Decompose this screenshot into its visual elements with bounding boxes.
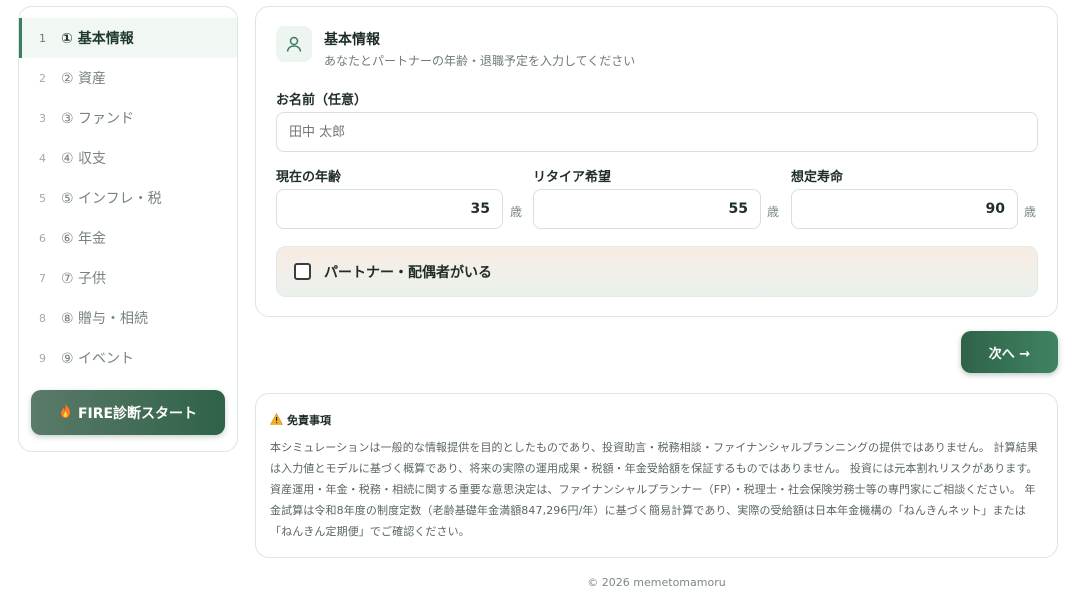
- step-number: 9: [39, 351, 46, 365]
- sidebar: 1 ① 基本情報 2 ② 資産 3 ③ ファンド 4 ④ 収支 5 ⑤ インフレ…: [18, 6, 238, 452]
- disclaimer-title-text: 免責事項: [287, 414, 331, 427]
- name-label: お名前（任意）: [276, 93, 368, 108]
- disclaimer-title: 免責事項: [269, 412, 1043, 428]
- card-subtitle: あなたとパートナーの年齢・退職予定を入力してください: [324, 54, 636, 68]
- basic-info-card: 基本情報 あなたとパートナーの年齢・退職予定を入力してください お名前（任意） …: [255, 6, 1058, 317]
- next-button[interactable]: 次へ →: [961, 331, 1058, 373]
- retire-age-input[interactable]: [533, 189, 761, 229]
- sidebar-item-inflation-tax[interactable]: 5 ⑤ インフレ・税: [19, 178, 237, 218]
- user-icon: [276, 26, 312, 62]
- sidebar-item-income-expense[interactable]: 4 ④ 収支: [19, 138, 237, 178]
- life-unit: 歳: [1024, 205, 1037, 219]
- retire-unit: 歳: [767, 205, 780, 219]
- step-number: 1: [39, 31, 46, 45]
- step-number: 8: [39, 311, 46, 325]
- sidebar-item-label: ⑨ イベント: [61, 351, 135, 367]
- sidebar-item-label: ④ 収支: [61, 151, 107, 167]
- sidebar-item-children[interactable]: 7 ⑦ 子供: [19, 258, 237, 298]
- step-number: 7: [39, 271, 46, 285]
- fire-diagnosis-start-button[interactable]: FIRE診断スタート: [31, 390, 225, 435]
- sidebar-item-assets[interactable]: 2 ② 資産: [19, 58, 237, 98]
- sidebar-item-label: ⑤ インフレ・税: [61, 191, 162, 207]
- partner-checkbox-label: パートナー・配偶者がいる: [324, 264, 492, 281]
- sidebar-item-label: ② 資産: [61, 71, 107, 87]
- step-number: 6: [39, 231, 46, 245]
- step-number: 5: [39, 191, 46, 205]
- sidebar-item-label: ① 基本情報: [61, 31, 134, 47]
- current-age-label: 現在の年齢: [276, 170, 342, 185]
- sidebar-item-basic-info[interactable]: 1 ① 基本情報: [19, 18, 237, 58]
- retire-age-label: リタイア希望: [533, 170, 612, 185]
- step-number: 2: [39, 71, 46, 85]
- sidebar-item-label: ⑦ 子供: [61, 271, 107, 287]
- current-age-input[interactable]: [276, 189, 503, 229]
- sidebar-item-events[interactable]: 9 ⑨ イベント: [19, 338, 237, 378]
- life-expectancy-input[interactable]: [791, 189, 1018, 229]
- partner-checkbox-row[interactable]: パートナー・配偶者がいる: [276, 246, 1038, 297]
- partner-checkbox[interactable]: [294, 263, 311, 280]
- sidebar-item-label: ③ ファンド: [61, 111, 135, 127]
- fire-icon: [59, 403, 72, 422]
- age-unit: 歳: [510, 205, 523, 219]
- sidebar-item-label: ⑥ 年金: [61, 231, 107, 247]
- step-number: 4: [39, 151, 46, 165]
- card-title: 基本情報: [324, 32, 380, 48]
- name-input[interactable]: [276, 112, 1038, 152]
- sidebar-item-gift-inheritance[interactable]: 8 ⑧ 贈与・相続: [19, 298, 237, 338]
- fire-button-label: FIRE診断スタート: [77, 405, 198, 422]
- disclaimer-body: 本シミュレーションは一般的な情報提供を目的としたものであり、投資助言・税務相談・…: [270, 441, 1038, 538]
- warning-icon: [269, 412, 284, 428]
- sidebar-item-label: ⑧ 贈与・相続: [61, 311, 149, 327]
- sidebar-item-pension[interactable]: 6 ⑥ 年金: [19, 218, 237, 258]
- disclaimer-card: 免責事項 本シミュレーションは一般的な情報提供を目的としたものであり、投資助言・…: [255, 393, 1058, 558]
- life-expectancy-label: 想定寿命: [791, 170, 844, 185]
- footer-copyright: © 2026 memetomamoru: [587, 576, 726, 589]
- step-number: 3: [39, 111, 46, 125]
- sidebar-item-funds[interactable]: 3 ③ ファンド: [19, 98, 237, 138]
